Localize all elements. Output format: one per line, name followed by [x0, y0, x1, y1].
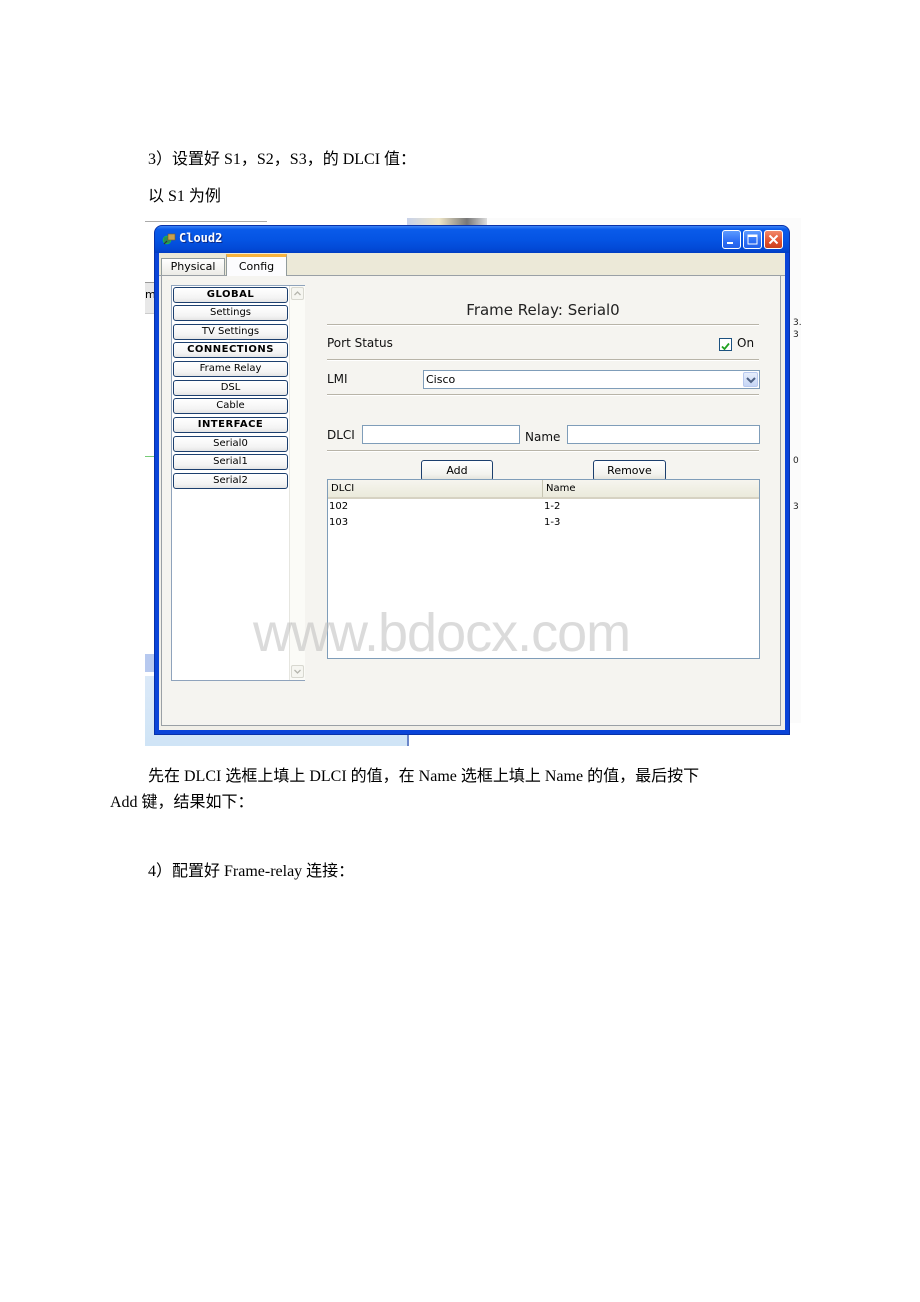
background-text: 0 — [793, 456, 799, 466]
port-status-on-label: On — [737, 336, 755, 350]
maximize-icon — [747, 234, 758, 245]
cell-dlci: 102 — [329, 501, 349, 512]
sidebar-item-cable[interactable]: Cable — [173, 398, 288, 414]
example-line: 以 S1 为例 — [148, 188, 221, 205]
dlci-label: DLCI — [327, 428, 355, 442]
tab-config[interactable]: Config — [226, 254, 287, 276]
title-bar[interactable]: Cloud2 — [155, 226, 789, 253]
cell-name: 1-3 — [544, 517, 561, 528]
close-button[interactable] — [764, 230, 783, 249]
sidebar-scrollbar[interactable] — [289, 286, 305, 680]
minimize-button[interactable] — [722, 230, 741, 249]
screenshot-figure: m 3. 3 0 3 Cloud2 Physical Config GLOBAL… — [145, 218, 801, 746]
tab-strip: Physical Config — [159, 253, 785, 276]
window-title: Cloud2 — [179, 231, 223, 245]
column-header-dlci[interactable]: DLCI — [328, 480, 542, 497]
sidebar-item-serial1[interactable]: Serial1 — [173, 454, 288, 470]
port-status-label: Port Status — [327, 336, 393, 350]
name-label: Name — [525, 430, 561, 444]
divider — [327, 324, 759, 325]
table-row[interactable]: 102 1-2 — [328, 499, 759, 515]
sidebar-header-connections[interactable]: CONNECTIONS — [173, 342, 288, 358]
remove-button[interactable]: Remove — [593, 460, 666, 481]
divider — [327, 394, 759, 395]
background-text: 3 — [793, 330, 799, 340]
chevron-down-icon — [746, 377, 756, 384]
background-divider — [145, 221, 267, 222]
cell-dlci: 103 — [329, 517, 349, 528]
sidebar-item-settings[interactable]: Settings — [173, 305, 288, 321]
background-text: 3. — [793, 318, 801, 328]
config-panel: GLOBAL Settings TV Settings CONNECTIONS … — [161, 276, 781, 726]
config-sidebar: GLOBAL Settings TV Settings CONNECTIONS … — [171, 285, 305, 681]
cloud-device-icon — [162, 233, 176, 245]
instruction-line-1: 先在 DLCI 选框上填上 DLCI 的值，在 Name 选框上填上 Name … — [148, 768, 700, 785]
cell-name: 1-2 — [544, 501, 561, 512]
add-button[interactable]: Add — [421, 460, 493, 481]
maximize-button[interactable] — [743, 230, 762, 249]
sidebar-item-frame-relay[interactable]: Frame Relay — [173, 361, 288, 377]
panel-title: Frame Relay: Serial0 — [466, 301, 620, 319]
sidebar-item-dsl[interactable]: DSL — [173, 380, 288, 396]
close-icon — [768, 234, 779, 245]
scroll-up-button[interactable] — [291, 287, 304, 300]
sidebar-item-serial2[interactable]: Serial2 — [173, 473, 288, 489]
step3-heading: 3）设置好 S1，S2，S3，的 DLCI 值： — [148, 151, 417, 168]
cloud2-window: Cloud2 Physical Config GLOBAL Settings T… — [155, 226, 789, 734]
scroll-down-button[interactable] — [291, 665, 304, 678]
chevron-down-icon — [294, 669, 301, 674]
sidebar-header-interface[interactable]: INTERFACE — [173, 417, 288, 433]
name-input[interactable] — [567, 425, 760, 444]
checkmark-icon — [721, 342, 730, 351]
sidebar-item-tv-settings[interactable]: TV Settings — [173, 324, 288, 340]
divider — [327, 450, 759, 451]
lmi-label: LMI — [327, 372, 348, 386]
table-row[interactable]: 103 1-3 — [328, 515, 759, 531]
step4-heading: 4）配置好 Frame-relay 连接： — [148, 863, 355, 880]
lmi-select[interactable]: Cisco — [423, 370, 760, 389]
table-header: DLCI Name — [328, 480, 759, 499]
dlci-table: DLCI Name 102 1-2 103 1-3 — [327, 479, 760, 659]
lmi-dropdown-button[interactable] — [743, 372, 758, 387]
sidebar-item-serial0[interactable]: Serial0 — [173, 436, 288, 452]
tab-physical[interactable]: Physical — [161, 258, 225, 275]
port-status-checkbox[interactable] — [719, 338, 732, 351]
dlci-input[interactable] — [362, 425, 520, 444]
window-client: Physical Config GLOBAL Settings TV Setti… — [159, 253, 785, 730]
background-text: 3 — [793, 502, 799, 512]
minimize-icon — [727, 242, 733, 244]
divider — [327, 359, 759, 360]
chevron-up-icon — [294, 291, 301, 296]
lmi-select-value: Cisco — [426, 373, 456, 386]
column-header-name[interactable]: Name — [542, 480, 759, 497]
instruction-line-2: Add 键，结果如下： — [110, 794, 254, 811]
sidebar-header-global[interactable]: GLOBAL — [173, 287, 288, 303]
